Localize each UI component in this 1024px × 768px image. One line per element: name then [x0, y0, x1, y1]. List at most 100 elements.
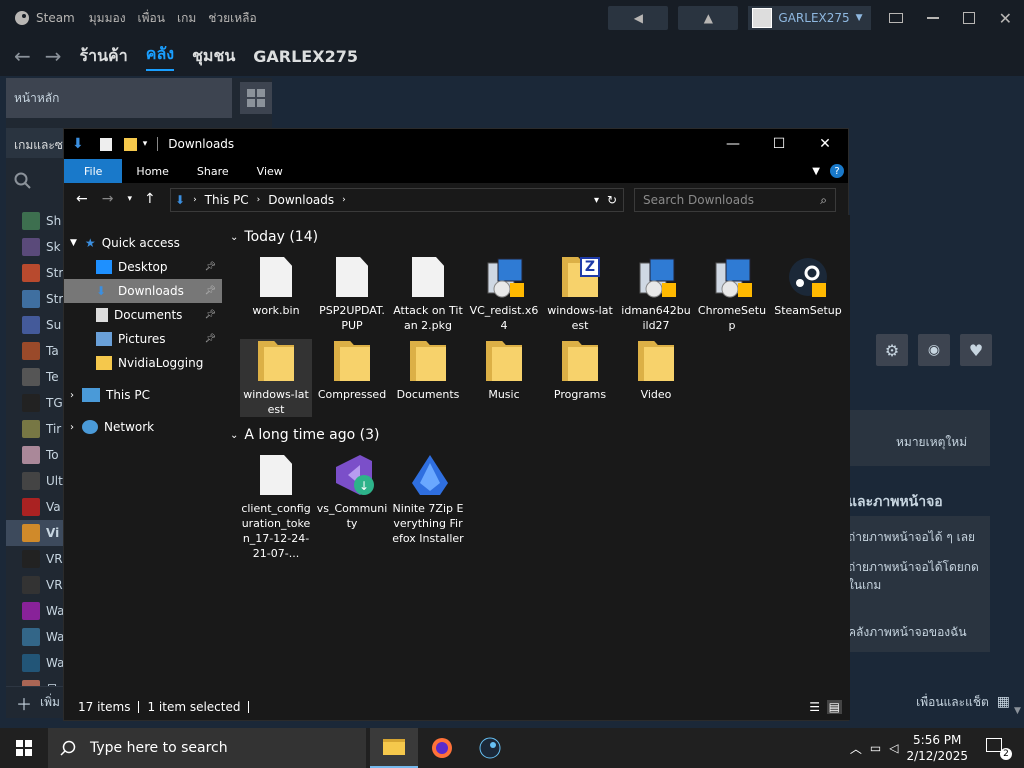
new-note-link[interactable]: หมายเหตุใหม่ — [896, 433, 967, 452]
breadcrumb-this-pc[interactable]: This PC — [205, 193, 249, 207]
taskbar-explorer[interactable] — [370, 728, 418, 768]
search-input[interactable]: Search Downloads ⌕ — [634, 188, 836, 212]
file-item[interactable]: Ninite 7Zip Everything Firefox Installer — [392, 453, 464, 546]
network-icon[interactable]: ▭ — [870, 741, 881, 755]
item-count: 17 items — [78, 699, 131, 714]
grid-view-button[interactable] — [240, 82, 272, 114]
folder-icon — [256, 339, 296, 383]
tab-library[interactable]: คลัง — [145, 42, 175, 71]
tab-view[interactable]: View — [243, 159, 297, 183]
forward-arrow-icon[interactable]: → — [102, 191, 114, 207]
nav-network[interactable]: › Network — [64, 415, 222, 439]
nav-desktop[interactable]: Desktop 📌︎ — [64, 255, 222, 279]
help-icon[interactable]: ? — [830, 164, 844, 178]
chevron-down-icon[interactable]: ▼ — [70, 238, 77, 248]
group-header-today[interactable]: ⌄ Today (14) — [230, 229, 318, 245]
address-dropdown-icon[interactable]: ▾ — [594, 195, 599, 206]
start-button[interactable] — [0, 728, 48, 768]
menu-friends[interactable]: เพื่อน — [138, 9, 165, 28]
file-icon — [256, 453, 296, 497]
bell-icon: ▲ — [703, 11, 714, 25]
large-icons-view-icon[interactable]: ▤ — [826, 699, 842, 714]
controller-button[interactable]: ◉ — [918, 334, 950, 366]
nav-quick-access[interactable]: ▼ ★ Quick access — [64, 231, 222, 255]
file-item[interactable]: work.bin — [240, 255, 312, 318]
my-screenshots-link[interactable]: คลังภาพหน้าจอของฉัน — [848, 623, 967, 642]
menu-games[interactable]: เกม — [177, 9, 196, 28]
close-icon[interactable]: ✕ — [802, 129, 848, 159]
scroll-down-icon[interactable]: ▼ — [1014, 706, 1021, 720]
chevron-down-icon[interactable]: ▼ — [812, 166, 820, 177]
properties-icon[interactable] — [99, 137, 112, 151]
refresh-icon[interactable]: ↻ — [607, 193, 617, 207]
notifications-button[interactable]: ▲ — [678, 6, 739, 30]
file-item[interactable]: VC_redist.x64 — [468, 255, 540, 333]
minimize-icon[interactable]: — — [710, 129, 756, 159]
tab-profile[interactable]: GARLEX275 — [253, 47, 358, 66]
address-bar[interactable]: ⬇ › This PC › Downloads › ▾ ↻ — [170, 188, 624, 212]
steam-logo[interactable]: Steam — [14, 10, 75, 26]
taskbar-steam[interactable] — [466, 728, 514, 768]
recent-locations-icon[interactable]: ▾ — [127, 194, 132, 204]
favorite-button[interactable]: ♥ — [960, 334, 992, 366]
maximize-icon[interactable]: ☐ — [756, 129, 802, 159]
tab-home[interactable]: Home — [122, 159, 182, 183]
search-icon[interactable] — [14, 172, 32, 194]
file-item[interactable]: Video — [620, 339, 692, 402]
game-icon — [22, 602, 40, 620]
group-header-old[interactable]: ⌄ A long time ago (3) — [230, 427, 379, 443]
file-item[interactable]: Programs — [544, 339, 616, 402]
user-menu[interactable]: GARLEX275 ▼ — [748, 6, 871, 30]
tab-community[interactable]: ชุมชน — [192, 44, 235, 69]
nav-pictures[interactable]: Pictures 📌︎ — [64, 327, 222, 351]
chevron-up-icon[interactable]: ︿ — [850, 740, 862, 757]
nav-downloads[interactable]: ⬇ Downloads 📌︎ — [64, 279, 222, 303]
forward-arrow-icon[interactable]: → — [45, 44, 62, 68]
taskbar-firefox[interactable] — [418, 728, 466, 768]
nav-documents[interactable]: Documents 📌︎ — [64, 303, 222, 327]
tab-store[interactable]: ร้านค้า — [80, 44, 128, 69]
chevron-right-icon[interactable]: › — [70, 422, 74, 433]
home-row[interactable]: หน้าหลัก — [6, 78, 232, 118]
game-title: Tir — [46, 422, 62, 436]
file-item[interactable]: Attack on Titan 2.pkg — [392, 255, 464, 333]
minimize-icon[interactable] — [926, 17, 939, 19]
nav-nvidialogging[interactable]: NvidiaLogging — [64, 351, 222, 375]
file-item[interactable]: idman642build27 — [620, 255, 692, 333]
customize-qa-icon[interactable]: ▾ — [143, 139, 148, 149]
close-icon[interactable]: ✕ — [999, 9, 1012, 28]
back-arrow-icon[interactable]: ← — [76, 191, 88, 207]
notifications-button[interactable]: 2 — [986, 738, 1012, 760]
menu-view[interactable]: มุมมอง — [89, 9, 126, 28]
file-item[interactable]: Zwindows-latest — [544, 255, 616, 333]
file-item[interactable]: windows-latest — [240, 339, 312, 417]
file-item[interactable]: Compressed — [316, 339, 388, 402]
clock[interactable]: 5:56 PM 2/12/2025 — [906, 732, 968, 764]
settings-button[interactable]: ⚙ — [876, 334, 908, 366]
file-item[interactable]: Music — [468, 339, 540, 402]
file-item[interactable]: client_configuration_token_17-12-24-21-0… — [240, 453, 312, 561]
friends-chat-button[interactable]: เพื่อนและแช็ต ▦ — [848, 686, 1024, 718]
file-name: Programs — [553, 388, 607, 401]
maximize-icon[interactable] — [962, 12, 975, 24]
up-arrow-icon[interactable]: ↑ — [144, 191, 156, 207]
file-item[interactable]: ↓ vs_Community — [316, 453, 388, 531]
nav-this-pc[interactable]: › This PC — [64, 383, 222, 407]
file-item[interactable]: PSP2UPDAT.PUP — [316, 255, 388, 333]
file-item[interactable]: ChromeSetup — [696, 255, 768, 333]
taskbar-search[interactable]: Type here to search — [48, 728, 366, 768]
details-view-icon[interactable]: ☰ — [809, 700, 820, 714]
broadcast-button[interactable]: ◀ — [608, 6, 669, 30]
game-title: Sk — [46, 240, 61, 254]
chevron-right-icon[interactable]: › — [70, 390, 74, 401]
back-arrow-icon[interactable]: ← — [14, 44, 31, 68]
big-picture-icon[interactable] — [888, 13, 903, 23]
file-item[interactable]: Documents — [392, 339, 464, 402]
tab-file[interactable]: File — [64, 159, 123, 183]
menu-help[interactable]: ช่วยเหลือ — [208, 9, 257, 28]
volume-icon[interactable]: ◁ — [889, 741, 898, 755]
file-item[interactable]: SteamSetup — [772, 255, 844, 318]
new-folder-icon[interactable] — [123, 137, 137, 151]
breadcrumb-downloads[interactable]: Downloads — [268, 193, 334, 207]
tab-share[interactable]: Share — [183, 159, 243, 183]
